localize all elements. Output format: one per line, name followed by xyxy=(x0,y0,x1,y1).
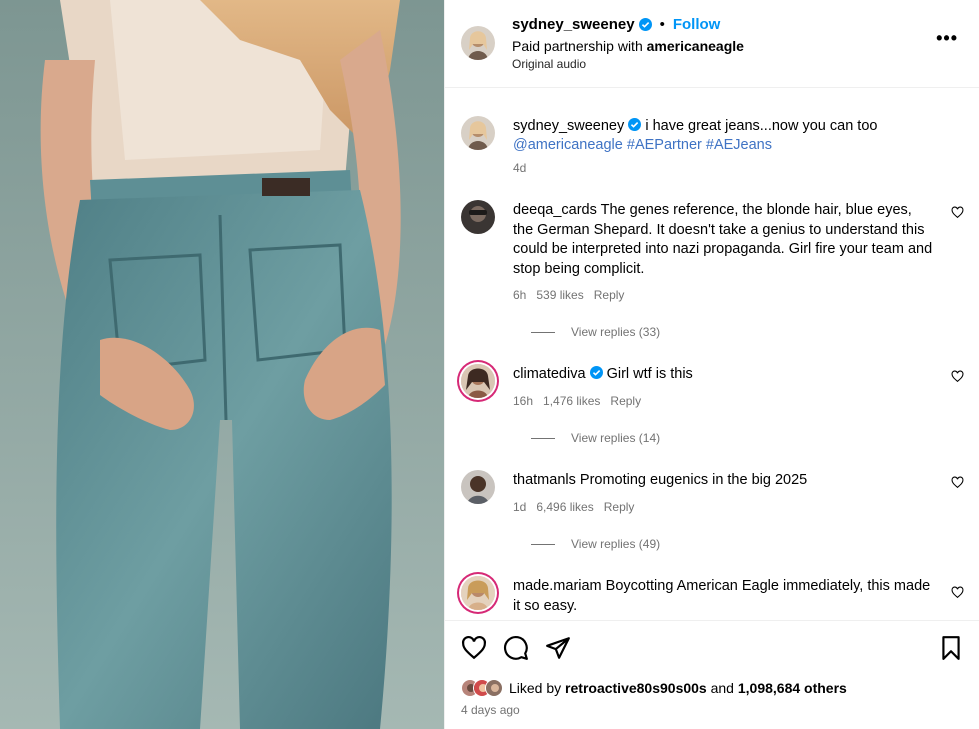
follow-button[interactable]: Follow xyxy=(673,16,721,33)
author-username[interactable]: sydney_sweeney xyxy=(512,16,635,33)
post-actions: Liked by retroactive80s90s00s and 1,098,… xyxy=(445,620,979,729)
comment-time[interactable]: 1d xyxy=(513,500,526,514)
author-line: sydney_sweeney • Follow xyxy=(512,16,720,33)
audio-link[interactable]: Original audio xyxy=(512,57,586,71)
caption-hashtag[interactable]: #AEJeans xyxy=(706,137,772,153)
verified-badge-icon xyxy=(638,18,652,31)
reply-button[interactable]: Reply xyxy=(604,500,635,514)
heart-icon[interactable] xyxy=(951,206,964,219)
verified-badge-icon xyxy=(628,118,642,131)
more-options-icon[interactable]: ••• xyxy=(936,28,958,49)
share-icon[interactable] xyxy=(545,635,571,661)
comment-body: Promoting eugenics in the big 2025 xyxy=(579,472,808,488)
comment-username[interactable]: climatediva xyxy=(513,366,586,382)
comment-icon[interactable] xyxy=(503,635,529,661)
heart-icon[interactable] xyxy=(461,635,487,661)
liked-by-and: and xyxy=(710,680,734,696)
replies-divider xyxy=(531,331,555,333)
comment-username[interactable]: made.mariam xyxy=(513,578,602,594)
replies-divider xyxy=(531,543,555,545)
comment-meta: 1d 6,496 likes Reply xyxy=(513,500,634,514)
comment-text: climatediva Girl wtf is this xyxy=(513,365,933,385)
post-side-panel: sydney_sweeney • Follow Paid partnership… xyxy=(444,0,979,729)
reply-button[interactable]: Reply xyxy=(610,394,641,408)
paid-partnership-line: Paid partnership with americaneagle xyxy=(512,38,744,54)
post-header: sydney_sweeney • Follow Paid partnership… xyxy=(445,0,979,88)
comment-meta: 6h 539 likes Reply xyxy=(513,288,624,302)
comment-body: Girl wtf is this xyxy=(606,366,693,382)
heart-icon[interactable] xyxy=(951,370,964,383)
comment-likes[interactable]: 539 likes xyxy=(536,288,583,302)
replies-divider xyxy=(531,437,555,439)
likes-count[interactable]: 1,098,684 others xyxy=(738,680,847,696)
liker-avatar xyxy=(485,679,503,697)
heart-icon[interactable] xyxy=(951,586,964,599)
comment-username[interactable]: deeqa_cards xyxy=(513,202,597,218)
post-photo[interactable] xyxy=(0,0,444,729)
comment-time[interactable]: 16h xyxy=(513,394,533,408)
caption-timestamp[interactable]: 4d xyxy=(513,161,526,175)
post-image-jeans xyxy=(0,0,444,729)
view-replies-label: View replies (14) xyxy=(571,431,661,445)
caption-author-avatar[interactable] xyxy=(461,116,495,150)
instagram-post: sydney_sweeney • Follow Paid partnership… xyxy=(0,0,979,729)
view-replies-button[interactable]: View replies (14) xyxy=(531,431,660,445)
caption-text: sydney_sweeney i have great jeans...now … xyxy=(513,117,923,155)
liked-by-row: Liked by retroactive80s90s00s and 1,098,… xyxy=(461,679,847,697)
liked-by-user[interactable]: retroactive80s90s00s xyxy=(565,680,707,696)
liked-by-prefix: Liked by xyxy=(509,680,562,696)
comment-meta: 16h 1,476 likes Reply xyxy=(513,394,641,408)
comment-text: thatmanls Promoting eugenics in the big … xyxy=(513,471,933,491)
liker-avatars[interactable] xyxy=(461,679,503,697)
commenter-avatar[interactable] xyxy=(461,470,495,504)
caption-username[interactable]: sydney_sweeney xyxy=(513,118,624,134)
commenter-avatar[interactable] xyxy=(461,200,495,234)
view-replies-button[interactable]: View replies (49) xyxy=(531,537,660,551)
commenter-avatar[interactable] xyxy=(461,576,495,610)
comment-likes[interactable]: 6,496 likes xyxy=(536,500,593,514)
reply-button[interactable]: Reply xyxy=(594,288,625,302)
comment-text: deeqa_cards The genes reference, the blo… xyxy=(513,201,933,279)
comment-username[interactable]: thatmanls xyxy=(513,472,576,488)
caption-body: i have great jeans...now you can too xyxy=(645,118,878,134)
verified-badge-icon xyxy=(589,366,603,379)
comment-likes[interactable]: 1,476 likes xyxy=(543,394,600,408)
view-replies-button[interactable]: View replies (33) xyxy=(531,325,660,339)
heart-icon[interactable] xyxy=(951,476,964,489)
caption-mention[interactable]: @americaneagle xyxy=(513,137,623,153)
partner-link[interactable]: americaneagle xyxy=(647,38,744,54)
bookmark-icon[interactable] xyxy=(938,635,964,661)
view-replies-label: View replies (49) xyxy=(571,537,661,551)
commenter-avatar[interactable] xyxy=(461,364,495,398)
separator-dot: • xyxy=(659,16,665,33)
caption-hashtag[interactable]: #AEPartner xyxy=(627,137,702,153)
post-timestamp[interactable]: 4 days ago xyxy=(461,703,520,717)
comment-text: made.mariam Boycotting American Eagle im… xyxy=(513,577,933,616)
partnership-prefix: Paid partnership with xyxy=(512,38,643,54)
author-avatar[interactable] xyxy=(461,26,495,60)
comment-time[interactable]: 6h xyxy=(513,288,526,302)
view-replies-label: View replies (33) xyxy=(571,325,661,339)
